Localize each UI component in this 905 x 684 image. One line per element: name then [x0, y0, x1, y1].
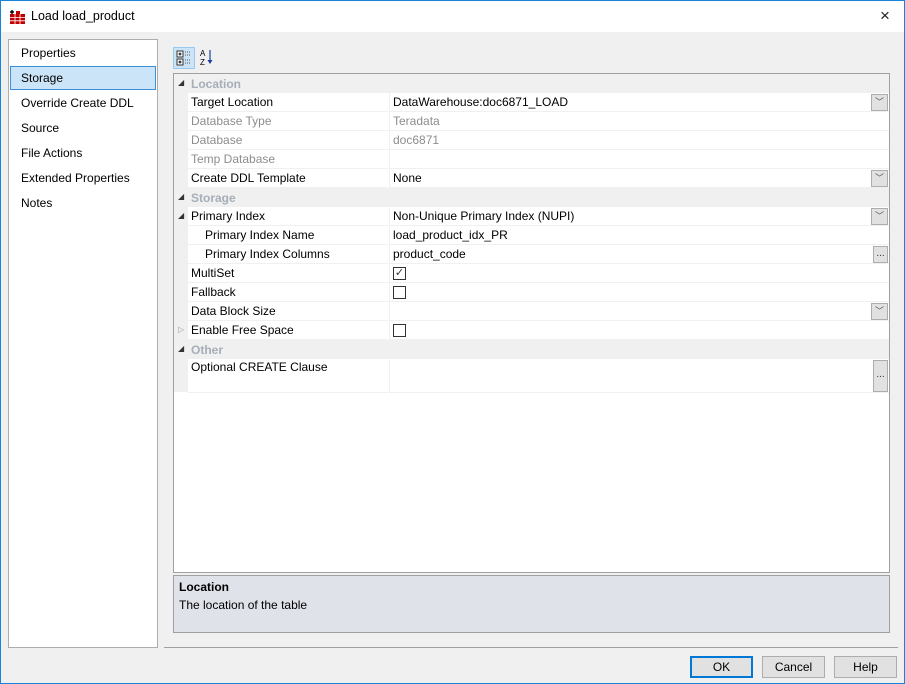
categorized-view-button[interactable]: [173, 47, 195, 69]
category-location[interactable]: ◢ Location: [174, 74, 889, 93]
description-text: The location of the table: [179, 598, 308, 612]
property-row-primary-index-name[interactable]: Primary Index Name load_product_idx_PR: [174, 226, 889, 245]
collapse-icon[interactable]: ◢: [178, 344, 184, 353]
chevron-down-icon[interactable]: ﹀: [871, 94, 888, 111]
property-value-text: doc6871: [393, 133, 440, 147]
fallback-checkbox[interactable]: [393, 286, 406, 299]
property-row-primary-index-columns[interactable]: Primary Index Columns product_code...: [174, 245, 889, 264]
ok-button[interactable]: OK: [690, 656, 753, 678]
property-name: Target Location: [188, 93, 388, 112]
dialog-window: Load load_product × Properties Storage Ove…: [0, 0, 905, 684]
property-value-text: DataWarehouse:doc6871_LOAD: [393, 95, 568, 109]
table-load-icon: [10, 10, 25, 24]
nav-item-source[interactable]: Source: [10, 116, 156, 140]
property-grid: ◢ Location Target Location DataWarehouse:do…: [173, 73, 890, 573]
property-row-fallback[interactable]: Fallback: [174, 283, 889, 302]
property-name: Optional CREATE Clause: [188, 359, 388, 393]
property-value-data-block-size[interactable]: ﹀: [389, 302, 889, 321]
property-name: MultiSet: [188, 264, 388, 283]
property-row-temp-database[interactable]: Temp Database: [174, 150, 889, 169]
title-bar: Load load_product ×: [1, 1, 904, 32]
property-row-target-location[interactable]: Target Location DataWarehouse:doc6871_LOA…: [174, 93, 889, 112]
collapse-icon[interactable]: ◢: [178, 192, 184, 201]
property-row-data-block-size[interactable]: Data Block Size ﹀: [174, 302, 889, 321]
help-button[interactable]: Help: [834, 656, 897, 678]
property-value-target-location[interactable]: DataWarehouse:doc6871_LOAD ﹀: [389, 93, 889, 112]
property-name: Database: [188, 131, 388, 150]
nav-item-notes[interactable]: Notes: [10, 191, 156, 215]
property-name: Fallback: [188, 283, 388, 302]
svg-text:Z: Z: [200, 58, 205, 67]
property-value-multiset[interactable]: ✓: [389, 264, 889, 283]
alphabetical-sort-button[interactable]: A Z: [197, 47, 219, 69]
property-value-text: load_product_idx_PR: [393, 228, 508, 242]
enable-free-space-checkbox[interactable]: [393, 324, 406, 337]
svg-text:A: A: [200, 49, 206, 58]
chevron-down-icon[interactable]: ﹀: [871, 303, 888, 320]
nav-item-extended-properties[interactable]: Extended Properties: [10, 166, 156, 190]
property-name: Primary Index: [188, 207, 388, 226]
property-value-primary-index-columns[interactable]: product_code...: [389, 245, 889, 264]
cancel-button[interactable]: Cancel: [762, 656, 825, 678]
collapse-icon[interactable]: ◢: [178, 211, 184, 220]
property-row-primary-index[interactable]: ◢ Primary Index Non-Unique Primary Index (…: [174, 207, 889, 226]
ellipsis-button[interactable]: ...: [873, 246, 888, 263]
property-value-database-type: Teradata: [389, 112, 889, 131]
property-value-text: None: [393, 171, 422, 185]
property-value-temp-database: [389, 150, 889, 169]
description-title: Location: [179, 580, 229, 594]
property-name: Data Block Size: [188, 302, 388, 321]
property-name: Primary Index Columns: [188, 245, 388, 264]
category-label: Location: [191, 77, 241, 91]
property-value-create-ddl-template[interactable]: None ﹀: [389, 169, 889, 188]
nav-item-storage[interactable]: Storage: [10, 66, 156, 90]
property-name: Enable Free Space: [188, 321, 388, 340]
property-name: Primary Index Name: [188, 226, 388, 245]
property-row-database[interactable]: Database doc6871: [174, 131, 889, 150]
property-value-primary-index[interactable]: Non-Unique Primary Index (NUPI) ﹀: [389, 207, 889, 226]
property-row-optional-create-clause[interactable]: Optional CREATE Clause...: [174, 359, 889, 393]
property-row-create-ddl-template[interactable]: Create DDL Template None ﹀: [174, 169, 889, 188]
property-name: Create DDL Template: [188, 169, 388, 188]
divider: [164, 647, 898, 648]
chevron-down-icon[interactable]: ﹀: [871, 170, 888, 187]
category-label: Other: [191, 343, 224, 357]
section-nav-list: Properties Storage Override Create DDL Sour…: [8, 39, 158, 648]
expand-icon[interactable]: ▷: [178, 325, 184, 334]
property-value-optional-create-clause[interactable]: ...: [389, 359, 889, 393]
property-value-primary-index-name[interactable]: load_product_idx_PR: [389, 226, 889, 245]
ellipsis-button[interactable]: ...: [873, 360, 888, 392]
property-name: Database Type: [188, 112, 388, 131]
nav-item-file-actions[interactable]: File Actions: [10, 141, 156, 165]
nav-item-override-create-ddl[interactable]: Override Create DDL: [10, 91, 156, 115]
property-name: Temp Database: [188, 150, 388, 169]
description-panel: Location The location of the table: [173, 575, 890, 633]
chevron-down-icon[interactable]: ﹀: [871, 208, 888, 225]
multiset-checkbox[interactable]: ✓: [393, 267, 406, 280]
nav-item-properties[interactable]: Properties: [10, 41, 156, 65]
property-value-text: product_code: [393, 247, 466, 261]
property-row-enable-free-space[interactable]: ▷ Enable Free Space: [174, 321, 889, 340]
category-label: Storage: [191, 191, 236, 205]
property-value-text: Teradata: [393, 114, 440, 128]
category-storage[interactable]: ◢ Storage: [174, 188, 889, 207]
property-value-database: doc6871: [389, 131, 889, 150]
property-value-fallback[interactable]: [389, 283, 889, 302]
property-value-enable-free-space[interactable]: [389, 321, 889, 340]
sort-az-icon: A Z: [200, 49, 213, 67]
category-other[interactable]: ◢ Other: [174, 340, 889, 359]
categorized-icon: [176, 50, 191, 66]
property-value-text: Non-Unique Primary Index (NUPI): [393, 209, 575, 223]
close-button[interactable]: ×: [874, 6, 896, 26]
property-row-multiset[interactable]: MultiSet ✓: [174, 264, 889, 283]
collapse-icon[interactable]: ◢: [178, 78, 184, 87]
window-title: Load load_product: [31, 9, 135, 23]
property-row-database-type[interactable]: Database Type Teradata: [174, 112, 889, 131]
